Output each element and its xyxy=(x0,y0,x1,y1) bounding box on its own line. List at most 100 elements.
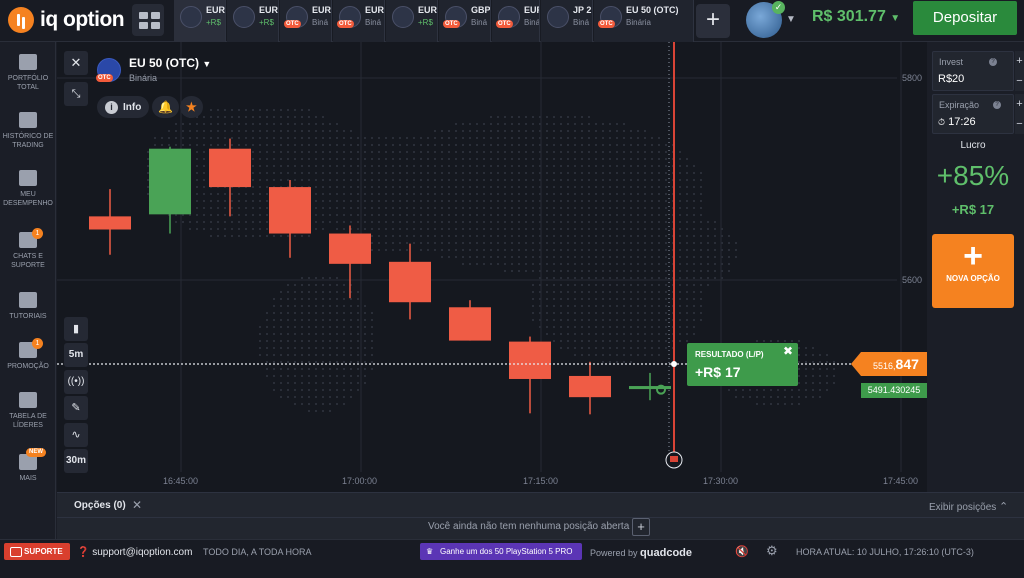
map-dot xyxy=(679,326,681,328)
gear-icon[interactable]: ⚙ xyxy=(766,543,778,559)
map-dot xyxy=(805,368,807,370)
period-button[interactable]: 30m xyxy=(64,449,88,473)
map-dot xyxy=(462,249,464,251)
map-dot xyxy=(665,179,667,181)
map-dot xyxy=(322,410,324,412)
map-dot xyxy=(525,263,527,265)
asset-tab[interactable]: OTCEURBiná xyxy=(280,0,332,42)
map-dot xyxy=(203,200,205,202)
map-dot xyxy=(322,179,324,181)
close-icon[interactable]: ✖ xyxy=(783,344,793,358)
add-asset-button[interactable]: + xyxy=(696,4,730,38)
expiry-decrease-button[interactable]: − xyxy=(1015,114,1024,134)
map-dot xyxy=(609,165,611,167)
support-email[interactable]: ❓ support@iqoption.com xyxy=(77,547,192,558)
map-dot xyxy=(504,242,506,244)
map-dot xyxy=(364,375,366,377)
map-dot xyxy=(616,144,618,146)
map-dot xyxy=(329,158,331,160)
invest-value[interactable]: R$20 xyxy=(938,73,964,85)
info-button[interactable]: i Info xyxy=(97,96,150,118)
sidebar-item-history[interactable]: HISTÓRICO DE TRADING xyxy=(0,112,56,150)
map-dot xyxy=(707,256,709,258)
wave-icon[interactable]: ∿ xyxy=(64,423,88,447)
close-chart-icon[interactable]: ✕ xyxy=(64,51,88,75)
add-position-button[interactable]: + xyxy=(632,518,650,536)
map-dot xyxy=(560,298,562,300)
map-dot xyxy=(252,235,254,237)
asset-tab[interactable]: OTC EU 50 (OTC) Binária xyxy=(594,0,694,42)
map-dot xyxy=(812,389,814,391)
sidebar-item-portfolio[interactable]: PORTFÓLIO TOTAL xyxy=(0,54,56,92)
expiry-value[interactable]: ⏱ 17:26 xyxy=(938,116,976,128)
map-dot xyxy=(637,172,639,174)
map-dot xyxy=(602,291,604,293)
asset-tab[interactable]: OTC GBP Biná xyxy=(439,0,491,42)
new-option-button[interactable]: + NOVA OPÇÃO xyxy=(932,234,1014,308)
asset-tab[interactable]: JP 2 Biná xyxy=(541,0,593,42)
map-dot xyxy=(623,207,625,209)
invest-decrease-button[interactable]: − xyxy=(1015,71,1024,91)
map-dot xyxy=(245,200,247,202)
options-title[interactable]: Opções (0) xyxy=(74,500,126,511)
map-dot xyxy=(651,354,653,356)
map-dot xyxy=(581,242,583,244)
expiry-field[interactable]: Expiração ? ⏱ 17:26 xyxy=(932,94,1014,134)
help-icon[interactable]: ? xyxy=(993,101,1001,109)
asset-tab[interactable]: OTCEURBiná xyxy=(492,0,540,42)
map-dot xyxy=(581,116,583,118)
chart-type-icon[interactable]: ▮ xyxy=(64,317,88,341)
asset-title[interactable]: EU 50 (OTC) ▼ xyxy=(129,56,211,70)
asset-tab[interactable]: EUR +R$ xyxy=(174,0,226,42)
avatar[interactable]: ✓ xyxy=(746,1,785,38)
deposit-button[interactable]: Depositar xyxy=(913,1,1017,35)
map-dot xyxy=(385,235,387,237)
favorite-button[interactable]: ★ xyxy=(180,96,203,118)
map-dot xyxy=(329,214,331,216)
map-dot xyxy=(476,186,478,188)
map-dot xyxy=(686,326,688,328)
help-icon[interactable]: ? xyxy=(989,58,997,66)
map-dot xyxy=(371,200,373,202)
expiry-increase-button[interactable]: + xyxy=(1015,94,1024,114)
map-dot xyxy=(567,151,569,153)
close-icon[interactable]: ✕ xyxy=(132,498,142,512)
sidebar-item-chats[interactable]: 1 CHATS E SUPORTE xyxy=(0,228,56,270)
map-dot xyxy=(798,347,800,349)
clock-icon xyxy=(19,112,37,128)
mute-icon[interactable]: 🔇 xyxy=(735,545,749,558)
indicators-icon[interactable]: ((•)) xyxy=(64,370,88,394)
trading-chart[interactable]: ✕ ⤡ OTC EU 50 (OTC) ▼ Binária i Info 🔔 ★… xyxy=(57,42,927,492)
map-dot xyxy=(217,228,219,230)
promo-banner[interactable]: ♛ Ganhe um dos 50 PlayStation 5 PRO xyxy=(420,543,582,560)
asset-tab[interactable]: OTCEURBiná xyxy=(333,0,385,42)
all-assets-grid-button[interactable] xyxy=(132,4,164,36)
map-dot xyxy=(245,130,247,132)
sidebar-item-performance[interactable]: MEU DESEMPENHO xyxy=(0,170,56,208)
asset-tab[interactable]: EUR +R$ xyxy=(227,0,279,42)
alert-bell-button[interactable]: 🔔 xyxy=(152,96,179,118)
asset-tab[interactable]: EUR +R$ xyxy=(386,0,438,42)
pencil-icon[interactable]: ✎ xyxy=(64,396,88,420)
map-dot xyxy=(602,151,604,153)
map-dot xyxy=(714,242,716,244)
collapse-icon[interactable]: ⤡ xyxy=(64,82,88,106)
sidebar-item-tutorials[interactable]: TUTORIAIS xyxy=(0,292,56,321)
brand-logo[interactable]: iq option xyxy=(8,7,125,33)
show-positions-button[interactable]: Exibir posições ⌃ xyxy=(929,500,1008,513)
sidebar-item-more[interactable]: NEW MAIS xyxy=(0,448,56,483)
account-balance[interactable]: R$ 301.77 ▼ xyxy=(812,8,900,26)
avatar-chevron-down-icon[interactable]: ▼ xyxy=(786,14,796,25)
map-dot xyxy=(406,228,408,230)
otc-badge: OTC xyxy=(598,20,615,28)
sidebar-item-promo[interactable]: 1 PROMOÇÃO xyxy=(0,338,56,371)
support-button[interactable]: SUPORTE xyxy=(4,543,70,560)
timeframe-button[interactable]: 5m xyxy=(64,343,88,367)
invest-increase-button[interactable]: + xyxy=(1015,51,1024,71)
map-dot xyxy=(469,151,471,153)
map-dot xyxy=(266,319,268,321)
map-dot xyxy=(588,221,590,223)
invest-field[interactable]: Invest ? R$20 xyxy=(932,51,1014,91)
map-dot xyxy=(483,214,485,216)
sidebar-item-leaders[interactable]: TABELA DE LÍDERES xyxy=(0,392,56,430)
